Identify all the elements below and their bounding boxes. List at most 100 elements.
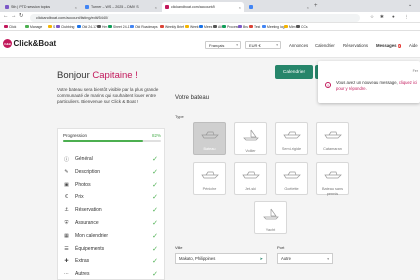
bookmark-item[interactable]: Old Roadmaps xyxy=(130,25,158,29)
messages-count-badge: 2 xyxy=(397,43,402,48)
close-tab-icon[interactable]: × xyxy=(155,5,157,10)
new-message-notification: Fer ! Vous avez un nouveau message, cliq… xyxy=(318,61,420,103)
check-icon: ✓ xyxy=(152,168,158,176)
address-bar: ← → ↻ clickandboat.com/account/listing/e… xyxy=(0,12,420,23)
list-icon: ☰ xyxy=(64,245,69,252)
nav-aide[interactable]: Aide xyxy=(409,43,418,48)
nav-annonces[interactable]: Annonces xyxy=(289,43,308,48)
progress-step[interactable]: ☰ Équipements ✓ xyxy=(63,243,163,255)
nav-reservations[interactable]: Réservations xyxy=(343,43,368,48)
check-icon: ✓ xyxy=(152,181,158,189)
bookmark-label: Meeting log xyxy=(267,24,285,29)
bookmark-label: Bru xyxy=(243,24,249,29)
bookmark-item[interactable]: Clubbing xyxy=(56,25,74,29)
back-icon[interactable]: ← xyxy=(3,13,9,19)
greeting-text: Bonjour xyxy=(57,70,93,81)
progress-step-label: Réservation xyxy=(75,207,102,214)
tab-title: clickandboat.com/account/li xyxy=(171,5,215,9)
bookmark-item[interactable]: Meeting log xyxy=(262,25,285,29)
bookmark-favicon-icon xyxy=(213,24,217,29)
tab-list-icon[interactable]: ⌄ xyxy=(408,2,412,8)
port-select[interactable]: Autre ▾ xyxy=(277,253,333,264)
browser-tab-active[interactable]: clickandboat.com/account/li × xyxy=(162,2,244,12)
forward-icon[interactable]: → xyxy=(11,13,17,19)
bookmark-item[interactable]: Process xyxy=(222,25,239,29)
calendar-button[interactable]: Calendrier xyxy=(275,65,313,79)
profile-icon[interactable]: ● xyxy=(392,14,395,19)
close-tab-icon[interactable]: × xyxy=(307,5,309,10)
boat-icon xyxy=(282,123,301,144)
bookmark-item[interactable]: Mees xyxy=(199,25,212,29)
bookmark-favicon-icon xyxy=(238,24,242,29)
tab-favicon-icon xyxy=(85,5,89,9)
bookmark-item[interactable]: Manage xyxy=(25,25,42,29)
language-value: Français xyxy=(209,42,225,48)
progress-step[interactable]: ⛨ Assurance ✓ xyxy=(63,217,163,229)
bookmark-favicon-icon xyxy=(249,24,253,29)
nav-messages[interactable]: Messages 2 xyxy=(376,43,402,48)
chevron-down-icon: ▾ xyxy=(327,256,329,261)
language-select[interactable]: Français ▾ xyxy=(205,41,241,49)
type-label: Type xyxy=(175,114,184,119)
browser-tab[interactable]: × xyxy=(246,2,312,12)
bookmark-item[interactable]: Weekly Brief xyxy=(160,25,184,29)
boat-type-option[interactable]: Bateau xyxy=(193,122,226,155)
bookmark-item[interactable]: Sheet 24-17 xyxy=(108,25,131,29)
progress-step-label: Description xyxy=(75,168,101,175)
star-icon[interactable]: ☆ xyxy=(370,14,374,20)
notification-close-link[interactable]: Fer xyxy=(413,69,418,73)
reload-icon[interactable]: ↻ xyxy=(19,13,24,19)
progress-step[interactable]: ✎ Description ✓ xyxy=(63,166,163,178)
bookmark-favicon-icon xyxy=(25,24,29,29)
boat-type-option[interactable]: Voilier xyxy=(234,122,267,155)
progress-step[interactable]: ▦ Mon calendrier ✓ xyxy=(63,230,163,242)
currency-select[interactable]: EUR € ▾ xyxy=(245,41,281,49)
check-icon: ✓ xyxy=(152,156,158,163)
bookmark-favicon-icon xyxy=(185,24,189,29)
progress-step[interactable]: ⋯ Autres ✓ xyxy=(63,268,163,280)
browser-tab[interactable]: Sth | PTD session topics × xyxy=(2,2,80,12)
bookmark-item[interactable]: Test xyxy=(249,25,260,29)
boat-type-option[interactable]: Semi-rigide xyxy=(275,122,308,155)
boat-icon xyxy=(282,163,301,184)
alert-icon: ! xyxy=(325,82,331,88)
bookmark-item[interactable]: All xyxy=(213,25,222,29)
bookmark-item[interactable]: Hm xyxy=(97,25,107,29)
bookmark-label: Sheet 24-17 xyxy=(113,24,132,29)
boat-type-option[interactable]: Catamaran xyxy=(316,122,349,155)
pencil-icon: ✎ xyxy=(64,168,69,175)
check-icon: ✓ xyxy=(152,207,158,215)
progress-step[interactable]: ⓘ Général ✓ xyxy=(63,153,163,165)
ville-input[interactable]: Makato, Philippines ➤ xyxy=(175,253,267,264)
boat-type-option[interactable]: Bateau sans permis xyxy=(316,162,349,196)
bookmark-label: CCs xyxy=(301,24,308,29)
bookmark-item[interactable]: Click xyxy=(4,25,16,29)
bookmark-item[interactable]: Bru xyxy=(238,25,248,29)
extensions-icon[interactable]: ✱ xyxy=(380,14,384,20)
bookmark-item[interactable]: Mim xyxy=(284,25,295,29)
site-logo[interactable]: C&B Click&Boat xyxy=(3,39,56,48)
bookmark-favicon-icon xyxy=(160,24,164,29)
progress-step-label: Prix xyxy=(75,194,84,201)
progress-step[interactable]: ⚓ Réservation ✓ xyxy=(63,204,163,216)
boat-type-option[interactable]: Péniche xyxy=(193,162,226,195)
progress-step[interactable]: ▣ Photos ✓ xyxy=(63,179,163,191)
boat-type-label: Voilier xyxy=(245,149,256,153)
progress-step[interactable]: € Prix ✓ xyxy=(63,191,163,203)
bookmark-item[interactable]: S xyxy=(48,25,55,29)
bookmark-item[interactable]: Old 24-17 xyxy=(77,25,97,29)
nav-calendrier[interactable]: Calendrier xyxy=(315,43,335,48)
bookmark-item[interactable]: CCs xyxy=(296,25,308,29)
url-input[interactable]: clickandboat.com/account/listing/edit/54… xyxy=(30,13,360,22)
menu-icon[interactable]: ⋮ xyxy=(404,14,409,20)
browser-tab[interactable]: Turner – WS – 2025 – DMV S × xyxy=(82,2,160,12)
boat-type-option[interactable]: Yacht xyxy=(254,201,287,234)
bookmark-item[interactable]: Week xyxy=(185,25,199,29)
progress-step-label: Mon calendrier xyxy=(75,232,109,239)
close-tab-icon[interactable]: × xyxy=(75,5,77,10)
boat-type-option[interactable]: Jet-ski xyxy=(234,162,267,195)
new-tab-button[interactable]: + xyxy=(314,2,318,11)
boat-type-option[interactable]: Goélette xyxy=(275,162,308,195)
close-tab-icon[interactable]: × xyxy=(239,5,241,10)
progress-step[interactable]: ✚ Extras ✓ xyxy=(63,255,163,267)
